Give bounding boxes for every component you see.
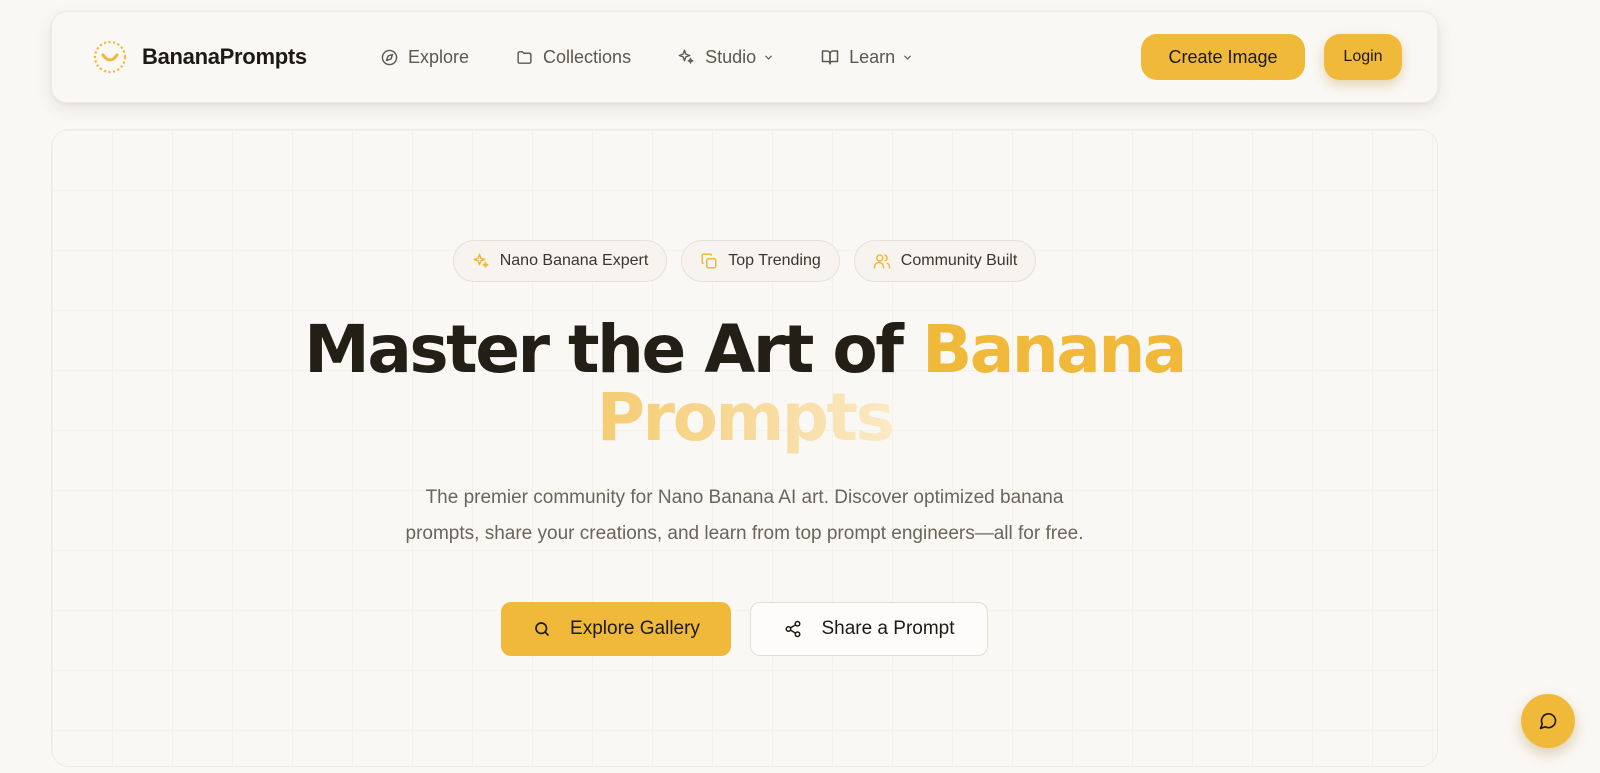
hero-subtitle: The premier community for Nano Banana AI… — [52, 480, 1437, 552]
nav-studio-label: Studio — [705, 46, 757, 67]
folder-icon — [515, 48, 533, 66]
chat-support-button[interactable] — [1521, 694, 1575, 748]
badge-label: Nano Banana Expert — [499, 252, 649, 269]
compass-icon — [380, 48, 398, 66]
chevron-down-icon — [902, 51, 914, 63]
sparkles-icon — [677, 48, 695, 66]
share-icon — [783, 619, 803, 639]
nav-studio-dropdown[interactable]: Studio — [677, 47, 775, 68]
feature-badges: Nano Banana Expert Top Trending Communit… — [52, 240, 1437, 282]
hero-subtitle-line-1: The premier community for Nano Banana AI… — [425, 487, 1064, 508]
hero-subtitle-line-2: prompts, share your creations, and learn… — [405, 523, 1084, 544]
nav-explore-label: Explore — [408, 46, 470, 67]
nav-explore[interactable]: Explore — [380, 47, 469, 68]
badge-label: Community Built — [900, 252, 1018, 269]
create-image-button[interactable]: Create Image — [1141, 34, 1305, 80]
main-nav: Explore Collections Studio Learn — [380, 12, 914, 102]
explore-gallery-button[interactable]: Explore Gallery — [501, 602, 731, 656]
brand-name: BananaPrompts — [142, 44, 307, 69]
top-navbar: BananaPrompts Explore Collections Studio — [51, 11, 1438, 103]
nav-learn-dropdown[interactable]: Learn — [821, 47, 914, 68]
explore-gallery-label: Explore Gallery — [570, 618, 700, 639]
chevron-down-icon — [763, 51, 775, 63]
share-prompt-button[interactable]: Share a Prompt — [750, 602, 988, 656]
banana-smile-logo-icon — [92, 39, 128, 75]
badge-nano-banana-expert: Nano Banana Expert — [452, 240, 668, 282]
sparkles-icon — [472, 252, 490, 270]
book-open-icon — [821, 48, 839, 66]
hero-title-highlight: Banana — [921, 311, 1187, 388]
users-icon — [873, 252, 891, 270]
badge-top-trending: Top Trending — [681, 240, 840, 282]
page: BananaPrompts Explore Collections Studio — [0, 0, 1600, 773]
hero-title-main: Master the Art of — [304, 311, 922, 388]
share-prompt-label: Share a Prompt — [821, 618, 955, 639]
nav-collections[interactable]: Collections — [515, 47, 631, 68]
badge-label: Top Trending — [728, 252, 821, 269]
brand-home-link[interactable]: BananaPrompts — [92, 12, 307, 102]
hero-section: Nano Banana Expert Top Trending Communit… — [51, 129, 1438, 767]
nav-learn-label: Learn — [849, 46, 896, 67]
search-icon — [532, 619, 552, 639]
chat-bubble-icon — [1538, 711, 1558, 731]
hero-title: Master the Art of Banana Prompts — [52, 316, 1437, 452]
nav-collections-label: Collections — [543, 46, 632, 67]
login-button[interactable]: Login — [1324, 34, 1402, 80]
badge-community-built: Community Built — [853, 240, 1037, 282]
copy-icon — [700, 252, 718, 270]
hero-title-gradient: Prompts — [596, 379, 895, 456]
hero-cta-group: Explore Gallery Share a Prompt — [52, 602, 1437, 656]
